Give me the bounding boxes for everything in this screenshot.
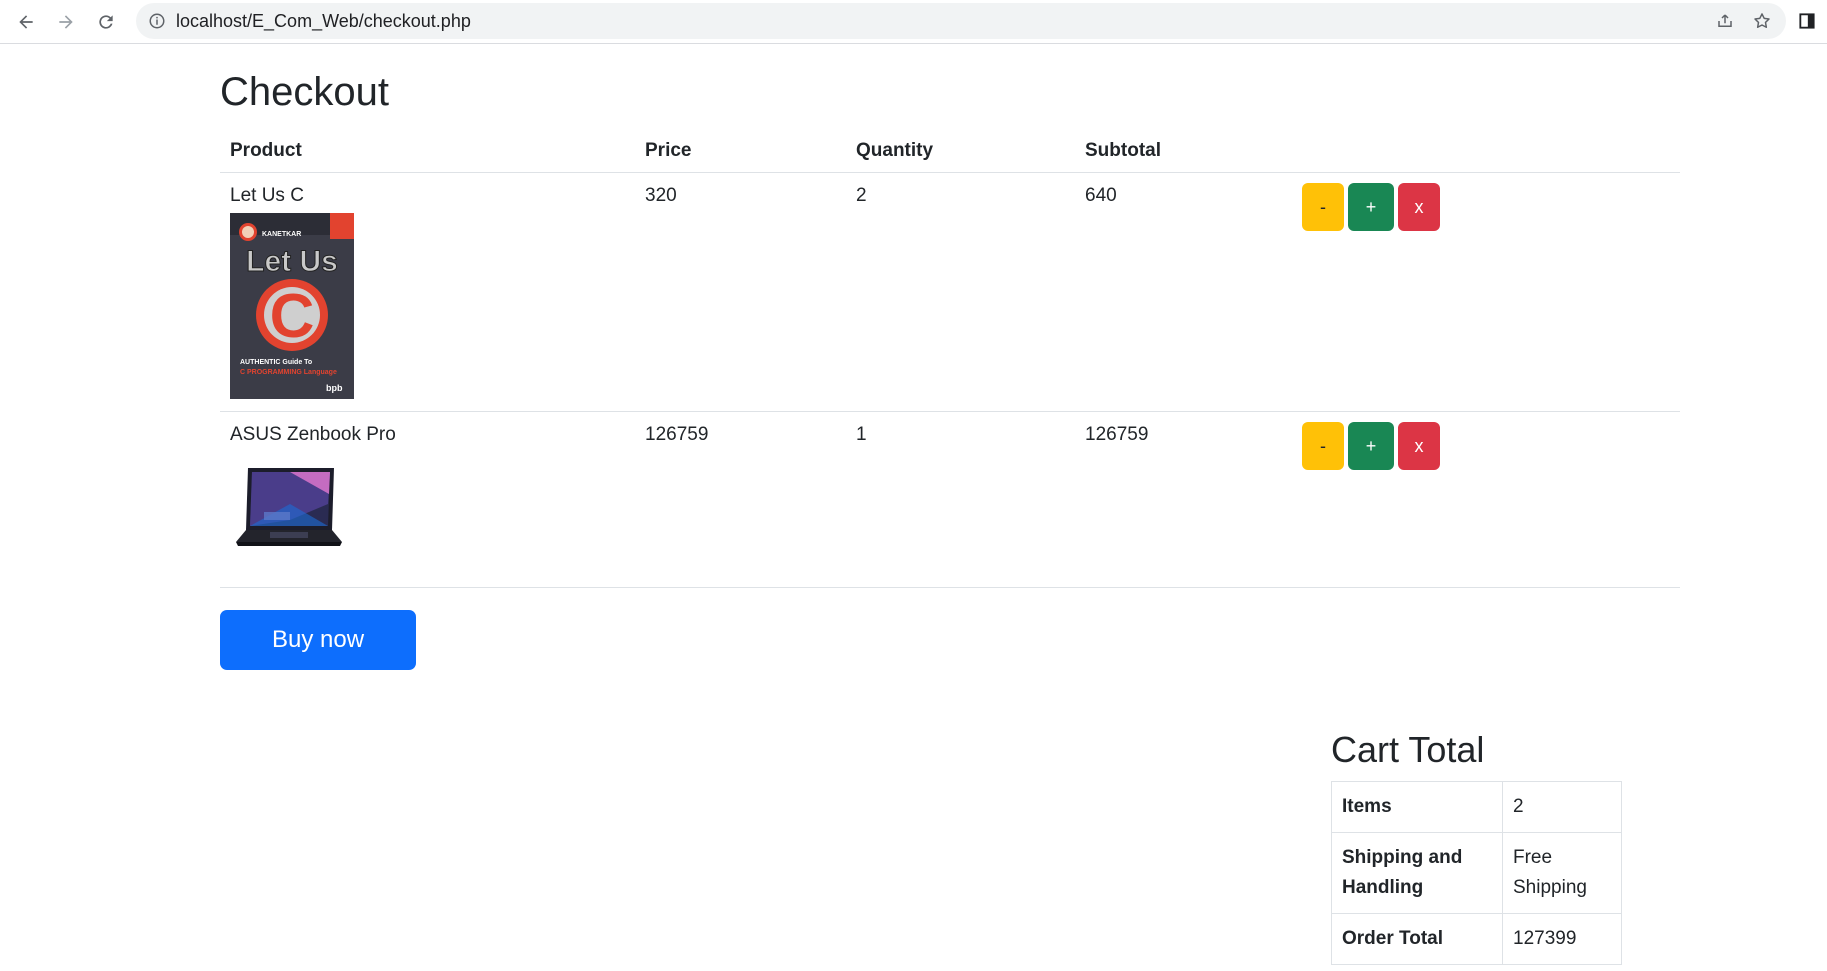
url-text[interactable]: localhost/E_Com_Web/checkout.php [176, 3, 471, 39]
arrow-right-icon [59, 15, 73, 29]
book-letter: C [270, 282, 315, 351]
forward-button[interactable] [52, 8, 80, 36]
row-actions: - + x [1302, 183, 1670, 231]
total-value: Free Shipping [1502, 832, 1622, 914]
subtotal-cell: 640 [1075, 172, 1292, 412]
book-title: Let Us [246, 245, 338, 278]
row-actions: - + x [1302, 422, 1670, 470]
remove-item-button[interactable]: x [1398, 422, 1440, 470]
total-row-items: Items 2 [1331, 781, 1622, 833]
total-value: 127399 [1502, 913, 1622, 965]
increase-quantity-button[interactable]: + [1348, 422, 1394, 470]
header-price: Price [635, 128, 846, 173]
header-quantity: Quantity [846, 128, 1075, 173]
laptop-image [236, 468, 342, 546]
address-bar[interactable]: localhost/E_Com_Web/checkout.php [136, 3, 1786, 39]
reload-button[interactable] [92, 8, 120, 36]
header-product: Product [220, 128, 635, 173]
cart-table: Product Price Quantity Subtotal Let Us C… [220, 128, 1680, 588]
share-icon[interactable] [1716, 12, 1734, 30]
price-cell: 320 [635, 172, 846, 412]
header-actions [1292, 128, 1680, 173]
header-subtotal: Subtotal [1075, 128, 1292, 173]
buy-now-button[interactable]: Buy now [220, 610, 416, 670]
page-title: Checkout [220, 70, 389, 114]
book-tagline-2: C PROGRAMMING Language [240, 369, 337, 376]
book-cover-image: KANETKAR Let Us C AUTHENTIC Guide To C P… [230, 213, 354, 399]
bookmark-star-icon[interactable] [1752, 11, 1772, 31]
total-label: Shipping and Handling [1331, 832, 1503, 914]
increase-quantity-button[interactable]: + [1348, 183, 1394, 231]
quantity-cell: 2 [846, 172, 1075, 412]
reload-icon [99, 15, 113, 29]
cart-total-title: Cart Total [1331, 729, 1485, 770]
table-header-row: Product Price Quantity Subtotal [220, 128, 1680, 173]
back-button[interactable] [12, 8, 40, 36]
price-cell: 126759 [635, 411, 846, 588]
decrease-quantity-button[interactable]: - [1302, 183, 1344, 231]
cart-total-table: Items 2 Shipping and Handling Free Shipp… [1331, 781, 1622, 965]
product-name: Let Us C [230, 185, 304, 206]
browser-toolbar: localhost/E_Com_Web/checkout.php [0, 0, 1827, 44]
remove-item-button[interactable]: x [1398, 183, 1440, 231]
info-icon[interactable] [148, 12, 166, 30]
total-value: 2 [1502, 781, 1622, 833]
total-label: Order Total [1331, 913, 1503, 965]
subtotal-cell: 126759 [1075, 411, 1292, 588]
product-cell: Let Us C KANETKAR Let Us C AUTHENTIC Gui… [220, 172, 635, 412]
arrow-left-icon [19, 15, 33, 29]
product-cell: ASUS Zenbook Pro [220, 411, 635, 588]
side-panel-icon[interactable] [1797, 11, 1817, 31]
table-row: Let Us C KANETKAR Let Us C AUTHENTIC Gui… [220, 172, 1680, 412]
book-author: KANETKAR [262, 231, 301, 238]
book-publisher: bpb [326, 383, 343, 393]
total-row-shipping: Shipping and Handling Free Shipping [1331, 832, 1622, 914]
decrease-quantity-button[interactable]: - [1302, 422, 1344, 470]
actions-cell: - + x [1292, 172, 1680, 412]
quantity-cell: 1 [846, 411, 1075, 588]
actions-cell: - + x [1292, 411, 1680, 588]
product-name: ASUS Zenbook Pro [230, 424, 396, 445]
book-tagline-1: AUTHENTIC Guide To [240, 359, 312, 366]
table-row: ASUS Zenbook Pro 126759 1 126759 - + x [220, 411, 1680, 588]
total-row-order-total: Order Total 127399 [1331, 913, 1622, 965]
total-label: Items [1331, 781, 1503, 833]
